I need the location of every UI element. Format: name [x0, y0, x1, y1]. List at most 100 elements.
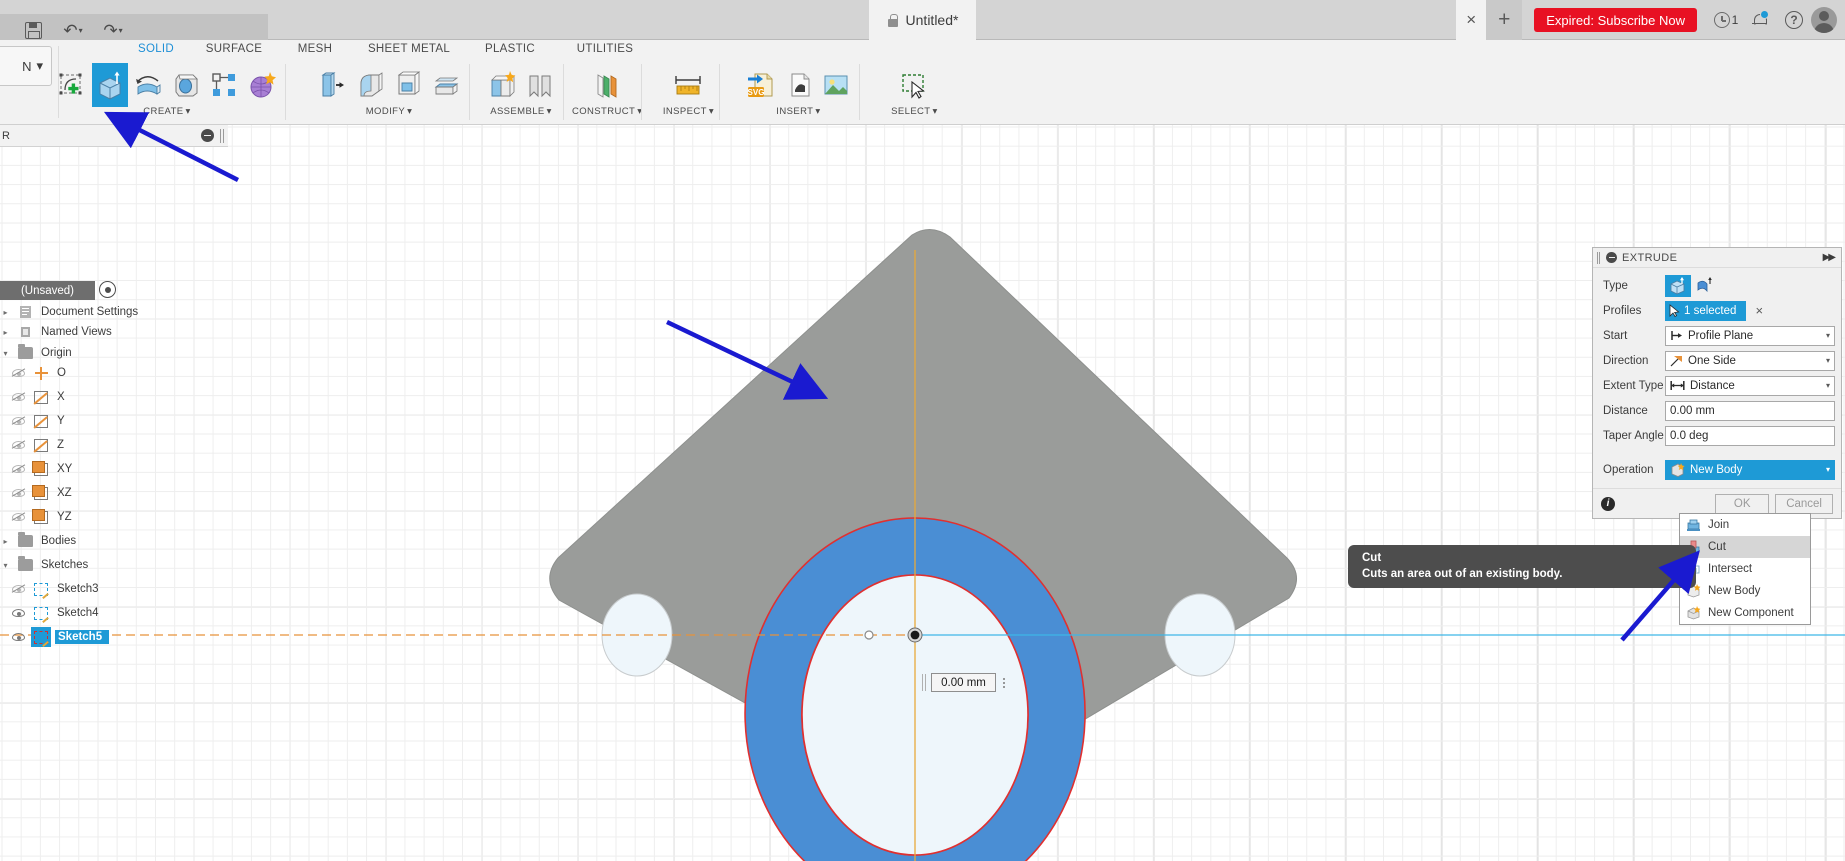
create-more-button[interactable]	[244, 63, 280, 107]
operation-item-new-body[interactable]: New Body	[1680, 580, 1810, 602]
extent-type-dropdown[interactable]: Distance ▾	[1665, 375, 1835, 396]
operation-item-new-component[interactable]: New Component	[1680, 602, 1810, 624]
cancel-button[interactable]: Cancel	[1775, 493, 1833, 514]
expand-chevron-icon[interactable]: ▸	[0, 531, 11, 551]
visibility-toggle[interactable]	[10, 459, 27, 479]
type-solid-button[interactable]	[1665, 274, 1691, 297]
collapse-icon[interactable]	[201, 129, 214, 142]
browser-root-unsaved[interactable]: (Unsaved)	[0, 281, 95, 300]
panel-construct-label[interactable]: CONSTRUCT ▾	[572, 106, 642, 117]
browser-item-sketch3[interactable]: Sketch3	[10, 579, 99, 599]
panel-assemble-label[interactable]: ASSEMBLE ▾	[490, 106, 552, 117]
split-body-button[interactable]	[428, 63, 464, 107]
info-icon[interactable]: i	[1601, 496, 1615, 511]
tab-sheet-metal[interactable]: SHEET METAL	[354, 43, 464, 63]
expand-chevron-icon[interactable]: ▸	[0, 322, 11, 342]
collapse-icon[interactable]	[1606, 252, 1617, 263]
measure-button[interactable]	[662, 63, 714, 107]
panel-create-label[interactable]: CREATE ▾	[143, 106, 190, 117]
tab-surface[interactable]: SURFACE	[192, 43, 276, 63]
panel-inspect-label[interactable]: INSPECT ▾	[663, 106, 714, 117]
tab-utilities[interactable]: UTILITIES	[556, 43, 654, 63]
tab-mesh[interactable]: MESH	[276, 43, 354, 63]
component-activate-radio[interactable]	[99, 281, 116, 298]
tab-solid[interactable]: SOLID	[120, 43, 192, 63]
type-thin-button[interactable]	[1691, 275, 1717, 297]
visibility-toggle[interactable]	[10, 435, 27, 455]
create-sketch-button[interactable]	[54, 63, 90, 107]
operation-item-join[interactable]: Join	[1680, 514, 1810, 536]
browser-item-named-views[interactable]: ▸ Named Views	[0, 322, 111, 342]
browser-item-plane-yz[interactable]: YZ	[10, 507, 72, 527]
tab-plastic[interactable]: PLASTIC	[464, 43, 556, 63]
pattern-button[interactable]	[206, 63, 242, 107]
account-button[interactable]	[1811, 0, 1845, 40]
direction-dropdown[interactable]: One Side ▾	[1665, 350, 1835, 371]
browser-item-axis-x[interactable]: X	[10, 387, 65, 407]
browser-item-sketches[interactable]: ▾ Sketches	[0, 555, 88, 575]
visibility-toggle[interactable]	[10, 603, 27, 623]
visibility-toggle[interactable]	[10, 627, 27, 647]
new-tab-button[interactable]: +	[1486, 0, 1523, 40]
press-pull-button[interactable]	[314, 63, 350, 107]
resize-handle-icon[interactable]	[220, 128, 226, 143]
dimension-value-field[interactable]: 0.00 mm	[931, 673, 996, 692]
insert-svg-button[interactable]: SVG	[742, 63, 778, 107]
insert-mesh-button[interactable]	[780, 63, 816, 107]
sketch-point[interactable]	[864, 630, 874, 640]
browser-item-sketch4[interactable]: Sketch4	[10, 603, 99, 623]
visibility-toggle[interactable]	[10, 507, 27, 527]
drag-handle-icon[interactable]	[922, 674, 928, 691]
browser-item-sketch5[interactable]: Sketch5	[10, 627, 110, 647]
panel-modify-label[interactable]: MODIFY ▾	[366, 106, 413, 117]
clear-selection-button[interactable]: ×	[1755, 303, 1763, 318]
browser-item-bodies[interactable]: ▸ Bodies	[0, 531, 76, 551]
offset-plane-button[interactable]	[584, 63, 630, 107]
extrude-button[interactable]	[92, 63, 128, 107]
profiles-selection-button[interactable]: 1 selected	[1665, 300, 1747, 321]
extrude-dialog-header[interactable]: EXTRUDE ▶▶	[1593, 248, 1841, 268]
browser-item-plane-xy[interactable]: XY	[10, 459, 72, 479]
expand-chevron-icon[interactable]: ▾	[0, 343, 11, 363]
expand-chevron-icon[interactable]: ▸	[0, 302, 11, 322]
notifications-button[interactable]	[1743, 0, 1777, 40]
expand-chevron-icon[interactable]: ▾	[0, 555, 11, 575]
joint-button[interactable]	[522, 63, 558, 107]
operation-item-cut[interactable]: Cut	[1680, 536, 1810, 558]
browser-item-axis-z[interactable]: Z	[10, 435, 64, 455]
sweep-button[interactable]	[168, 63, 204, 107]
browser-item-plane-xz[interactable]: XZ	[10, 483, 72, 503]
taper-angle-input[interactable]: 0.0 deg	[1665, 425, 1835, 446]
browser-item-axis-y[interactable]: Y	[10, 411, 65, 431]
visibility-toggle[interactable]	[10, 363, 27, 383]
browser-item-origin[interactable]: ▾ Origin	[0, 343, 72, 363]
new-component-button[interactable]	[484, 63, 520, 107]
document-tab[interactable]: Untitled*	[868, 0, 977, 40]
dimension-input[interactable]: 0.00 mm	[922, 673, 1008, 692]
visibility-toggle[interactable]	[10, 483, 27, 503]
panel-insert-label[interactable]: INSERT ▾	[776, 106, 820, 117]
ok-button[interactable]: OK	[1715, 493, 1770, 514]
expand-panel-icon[interactable]: ▶▶	[1823, 252, 1837, 263]
select-button[interactable]	[888, 63, 940, 107]
insert-canvas-button[interactable]	[818, 63, 854, 107]
operation-dropdown[interactable]: New Body ▾	[1665, 459, 1835, 480]
visibility-toggle[interactable]	[10, 387, 27, 407]
start-dropdown[interactable]: Profile Plane ▾	[1665, 325, 1835, 346]
shell-button[interactable]	[390, 63, 426, 107]
browser-item-document-settings[interactable]: ▸ Document Settings	[0, 302, 138, 322]
visibility-toggle[interactable]	[10, 411, 27, 431]
drag-handle-icon[interactable]	[1597, 251, 1601, 264]
subscribe-button[interactable]: Expired: Subscribe Now	[1534, 8, 1697, 32]
visibility-toggle[interactable]	[10, 579, 27, 599]
close-tab-button[interactable]: ×	[1456, 0, 1487, 40]
panel-select-label[interactable]: SELECT ▾	[891, 106, 938, 117]
operation-item-intersect[interactable]: Intersect	[1680, 558, 1810, 580]
revolve-button[interactable]	[130, 63, 166, 107]
help-button[interactable]: ?	[1777, 0, 1811, 40]
distance-input[interactable]: 0.00 mm	[1665, 400, 1835, 421]
canvas-viewport[interactable]: 0.00 mm BACK X Y	[0, 125, 1845, 861]
job-status-button[interactable]: 1	[1709, 0, 1743, 40]
dimension-options-icon[interactable]	[999, 673, 1008, 692]
fillet-button[interactable]	[352, 63, 388, 107]
